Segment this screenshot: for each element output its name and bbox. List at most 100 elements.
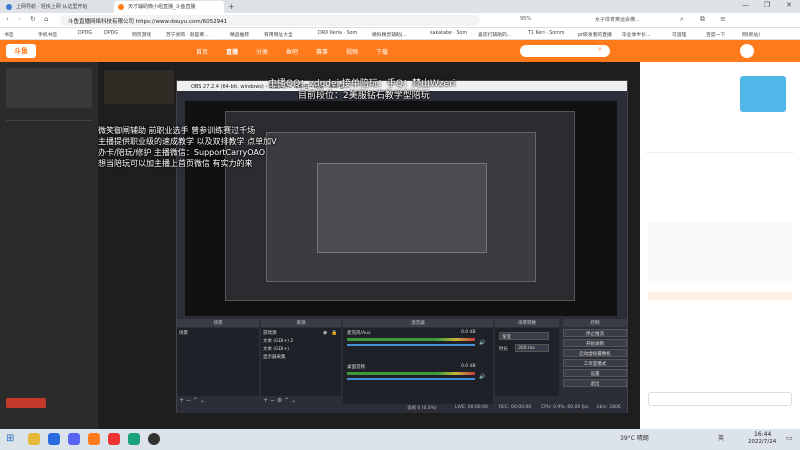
speaker-icon[interactable]: 🔊 bbox=[479, 340, 485, 346]
stop-stream-button[interactable]: 停止推流 bbox=[563, 329, 627, 337]
mixer-volume-slider[interactable] bbox=[347, 344, 475, 346]
source-item[interactable]: 显示器采集 bbox=[263, 354, 286, 360]
nav-events[interactable]: 赛事 bbox=[316, 47, 328, 56]
app-icon[interactable] bbox=[108, 433, 120, 445]
close-button[interactable]: ✕ bbox=[786, 1, 792, 9]
bookmark-item[interactable]: 模拟精灵辅助|... bbox=[372, 31, 407, 38]
clock-time[interactable]: 16:44 bbox=[754, 431, 771, 438]
studio-mode-button[interactable]: 工作室模式 bbox=[563, 359, 627, 367]
bookmark-item[interactable]: 喜欢打辅助的... bbox=[478, 31, 511, 38]
duration-input[interactable]: 300 ms bbox=[515, 344, 549, 352]
bookmark-item[interactable]: 苏宁易购 · 就是要... bbox=[166, 31, 209, 38]
bookmark-item[interactable]: 手机书签 bbox=[38, 31, 57, 38]
tab-douyu[interactable]: 天才辅助微小组直播_斗鱼直播 bbox=[114, 1, 224, 13]
bookmark-item[interactable]: T1 Keri · Somm bbox=[528, 31, 565, 36]
nav-video[interactable]: 视频 bbox=[346, 47, 358, 56]
source-item[interactable]: 文本 (GDI+) 2 bbox=[263, 338, 293, 344]
maximize-button[interactable]: ❐ bbox=[764, 1, 770, 9]
nav-fishbar[interactable]: 鱼吧 bbox=[286, 47, 298, 56]
nav-home[interactable]: 首页 bbox=[196, 47, 208, 56]
bookmark-item[interactable]: 毕业季半价... bbox=[622, 31, 651, 38]
windows-start-icon[interactable]: ⊞ bbox=[6, 433, 14, 444]
bookmark-item[interactable]: 网页游戏 bbox=[132, 31, 151, 38]
search-icon[interactable]: ⌕ bbox=[680, 15, 684, 24]
back-icon[interactable]: ‹ bbox=[6, 15, 9, 23]
tab-navigation[interactable]: 上网导航 · 轻快上网 从这里开始 bbox=[2, 1, 112, 13]
home-icon[interactable]: ⌂ bbox=[44, 15, 48, 23]
new-tab-button[interactable]: + bbox=[228, 2, 235, 11]
url-input[interactable]: 斗鱼直播网络科技有限公司 https://www.douyu.com/60529… bbox=[60, 15, 480, 26]
source-item[interactable]: 游戏源 bbox=[263, 330, 277, 336]
duration-label: 时长 bbox=[499, 347, 508, 352]
video-player[interactable]: OBS 27.2.4 (64-bit, windows) - 配置文件：未命名 … bbox=[98, 62, 640, 429]
scene-add-button[interactable]: + − ⌃ ⌄ bbox=[179, 397, 205, 404]
bookmark-item[interactable]: 有用网址大全 bbox=[264, 31, 293, 38]
chat-input[interactable] bbox=[648, 392, 792, 406]
discord-icon[interactable] bbox=[68, 433, 80, 445]
chat-highlight-row bbox=[648, 292, 792, 300]
chat-notice bbox=[648, 222, 792, 284]
bookmark-item[interactable]: pr研发者的直播 bbox=[578, 31, 612, 38]
scenes-panel: 场景 bbox=[177, 328, 259, 396]
left-sidebar bbox=[0, 62, 98, 429]
obs-app-icon[interactable] bbox=[148, 433, 160, 445]
site-search-input[interactable] bbox=[520, 45, 610, 57]
settings-button[interactable]: 设置 bbox=[563, 369, 627, 377]
bookmark-item[interactable]: DPDG bbox=[78, 31, 92, 36]
nav-download[interactable]: 下载 bbox=[376, 47, 388, 56]
clock-date[interactable]: 2022/7/24 bbox=[748, 439, 776, 445]
start-recording-button[interactable]: 开始录制 bbox=[563, 339, 627, 347]
bookmark-item[interactable]: DPDG bbox=[104, 31, 118, 36]
mixer-track-db: 0.0 dB bbox=[461, 330, 476, 335]
tab-favicon bbox=[118, 4, 124, 10]
bookmark-item[interactable]: sakatabe · Som bbox=[430, 31, 467, 36]
notification-icon[interactable]: ▭ bbox=[786, 434, 793, 442]
minimize-button[interactable]: — bbox=[742, 1, 749, 9]
browser-app-icon[interactable] bbox=[88, 433, 100, 445]
search-icon[interactable]: ⌕ bbox=[598, 45, 602, 54]
search-hint[interactable]: 女子体育奥运会横... bbox=[595, 16, 640, 23]
bookmark-item[interactable]: 可道理 bbox=[672, 31, 686, 38]
scene-item[interactable]: 场景 bbox=[179, 330, 188, 336]
nav-live[interactable]: 直播 bbox=[226, 47, 238, 56]
sidebar-red-button[interactable] bbox=[6, 398, 46, 408]
transition-select[interactable]: 渐变 bbox=[499, 332, 549, 340]
weather-widget[interactable]: 39°C 晴朗 bbox=[620, 433, 649, 442]
nav-category[interactable]: 分类 bbox=[256, 47, 268, 56]
zoom-level[interactable]: 95% bbox=[520, 16, 531, 22]
mixer-track-db: 0.0 dB bbox=[461, 364, 476, 369]
right-panel bbox=[640, 62, 800, 429]
file-explorer-icon[interactable] bbox=[28, 433, 40, 445]
status-live: LIVE: 00:00:00 bbox=[455, 405, 488, 410]
transitions-panel: 渐变 时长 300 ms bbox=[495, 328, 559, 396]
bookmark-item[interactable]: DRX Kerla · Som bbox=[318, 31, 357, 36]
avatar[interactable] bbox=[740, 44, 754, 58]
bookmark-item[interactable]: 精品推荐 bbox=[230, 31, 249, 38]
refresh-icon[interactable]: ↻ bbox=[30, 15, 36, 23]
stream-overlay-line3: 办卡/陪玩/修护 主播微信：SupportCarryOAO bbox=[98, 148, 266, 157]
forward-icon[interactable]: › bbox=[18, 15, 21, 23]
promo-banner[interactable] bbox=[740, 76, 786, 112]
speaker-icon[interactable]: 🔊 bbox=[479, 374, 485, 380]
virtual-camera-button[interactable]: 启动虚拟摄像机 bbox=[563, 349, 627, 357]
exit-button[interactable]: 退出 bbox=[563, 379, 627, 387]
nested-preview bbox=[225, 111, 575, 301]
douyu-logo[interactable]: 斗鱼 bbox=[6, 44, 36, 58]
bookmark-item[interactable]: 书签 bbox=[4, 31, 14, 38]
mixer-volume-slider[interactable] bbox=[347, 378, 475, 380]
lock-icon[interactable]: 🔒 bbox=[331, 330, 337, 336]
source-item[interactable]: 文本 (GDI+) bbox=[263, 346, 289, 352]
browser-tab-bar: 上网导航 · 轻快上网 从这里开始 天才辅助微小组直播_斗鱼直播 + — ❐ ✕ bbox=[0, 0, 800, 13]
bookmark-item[interactable]: 网(新站) bbox=[742, 31, 760, 38]
status-drop: 丢帧 0 (0.0%) bbox=[407, 406, 437, 411]
source-add-button[interactable]: + − ⚙ ⌃ ⌄ bbox=[263, 397, 296, 404]
bookmark-item[interactable]: 百度一下 bbox=[706, 31, 725, 38]
controls-header: 控制 bbox=[563, 319, 627, 327]
extensions-icon[interactable]: ⧉ bbox=[700, 15, 705, 24]
app-icon[interactable] bbox=[128, 433, 140, 445]
input-language[interactable]: 英 bbox=[718, 433, 724, 442]
app-icon[interactable] bbox=[48, 433, 60, 445]
sidebar-card[interactable] bbox=[6, 68, 92, 108]
menu-icon[interactable]: ≡ bbox=[720, 15, 726, 23]
eye-icon[interactable]: ◉ bbox=[323, 330, 327, 336]
